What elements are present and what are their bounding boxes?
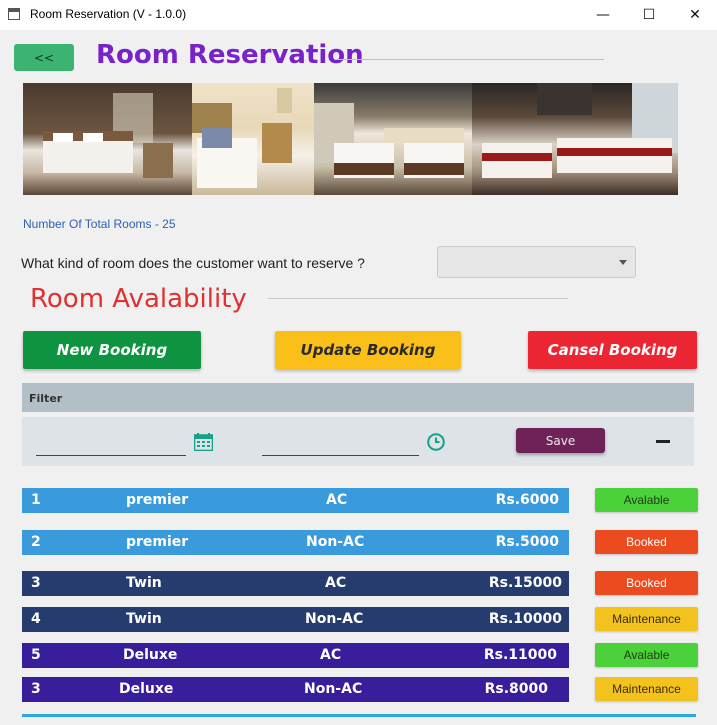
hotel-photo-3 <box>314 83 472 195</box>
status-badge: Booked <box>595 571 698 595</box>
room-price: Rs.11000 <box>483 647 557 663</box>
room-number: 2 <box>31 534 41 550</box>
room-price: Rs.10000 <box>488 611 562 627</box>
hotel-photo-4 <box>472 83 678 195</box>
room-ac: Non-AC <box>306 534 365 550</box>
hotel-photo-2 <box>192 83 314 195</box>
status-badge: Maintenance <box>595 677 698 701</box>
hotel-photos-strip <box>23 83 678 195</box>
room-price: Rs.6000 <box>495 492 559 508</box>
room-price: Rs.15000 <box>488 575 562 591</box>
app-window-icon <box>8 8 20 20</box>
update-booking-button[interactable]: Update Booking <box>275 331 461 369</box>
maximize-button[interactable]: ☐ <box>626 0 672 30</box>
filter-label: Filter <box>29 392 63 405</box>
room-number: 1 <box>31 492 41 508</box>
page-title: Room Reservation <box>96 40 364 70</box>
room-ac: AC <box>326 492 348 508</box>
room-type: Deluxe <box>119 681 174 697</box>
calendar-icon[interactable] <box>194 433 213 451</box>
window-title: Room Reservation (V - 1.0.0) <box>30 7 187 21</box>
hotel-photo-1 <box>23 83 192 195</box>
list-bottom-divider <box>22 714 696 717</box>
room-number: 3 <box>31 681 41 697</box>
room-ac: AC <box>320 647 342 663</box>
cancel-booking-button[interactable]: Cansel Booking <box>528 331 697 369</box>
room-type: Twin <box>126 611 162 627</box>
room-ac: Non-AC <box>304 681 363 697</box>
status-badge: Avalable <box>595 488 698 512</box>
room-price: Rs.5000 <box>495 534 559 550</box>
save-button[interactable]: Save <box>516 428 605 453</box>
minimize-button[interactable]: — <box>580 0 626 30</box>
room-ac: Non-AC <box>305 611 364 627</box>
title-divider <box>336 59 604 60</box>
room-price: Rs.8000 <box>484 681 548 697</box>
room-number: 5 <box>31 647 41 663</box>
room-type: premier <box>126 534 189 550</box>
room-row[interactable]: 1 premier AC Rs.6000 <box>22 488 569 513</box>
availability-divider <box>268 298 568 299</box>
back-button[interactable]: << <box>14 44 74 71</box>
chevron-down-icon <box>619 260 627 265</box>
room-type: Deluxe <box>123 647 178 663</box>
clock-icon[interactable] <box>427 433 445 451</box>
room-row[interactable]: 3 Deluxe Non-AC Rs.8000 <box>22 677 569 702</box>
room-number: 4 <box>31 611 41 627</box>
availability-title: Room Avalability <box>30 284 247 314</box>
new-booking-button[interactable]: New Booking <box>23 331 201 369</box>
window-titlebar: Room Reservation (V - 1.0.0) — ☐ ✕ <box>0 0 717 30</box>
room-type: Twin <box>126 575 162 591</box>
room-row[interactable]: 3 Twin AC Rs.15000 <box>22 571 569 596</box>
close-button[interactable]: ✕ <box>672 0 717 30</box>
room-row[interactable]: 4 Twin Non-AC Rs.10000 <box>22 607 569 632</box>
date-input[interactable] <box>36 455 186 456</box>
status-badge: Avalable <box>595 643 698 667</box>
room-number: 3 <box>31 575 41 591</box>
room-row[interactable]: 2 premier Non-AC Rs.5000 <box>22 530 569 555</box>
room-ac: AC <box>325 575 347 591</box>
room-type-question: What kind of room does the customer want… <box>21 255 365 271</box>
minus-icon[interactable] <box>656 440 670 443</box>
status-badge: Maintenance <box>595 607 698 631</box>
total-rooms-label: Number Of Total Rooms - 25 <box>23 217 176 231</box>
filter-panel: Save <box>22 417 694 466</box>
filter-header[interactable]: Filter <box>22 383 694 412</box>
room-type-select[interactable] <box>437 246 636 278</box>
time-input[interactable] <box>262 455 419 456</box>
status-badge: Booked <box>595 530 698 554</box>
room-row[interactable]: 5 Deluxe AC Rs.11000 <box>22 643 569 668</box>
room-type: premier <box>126 492 189 508</box>
